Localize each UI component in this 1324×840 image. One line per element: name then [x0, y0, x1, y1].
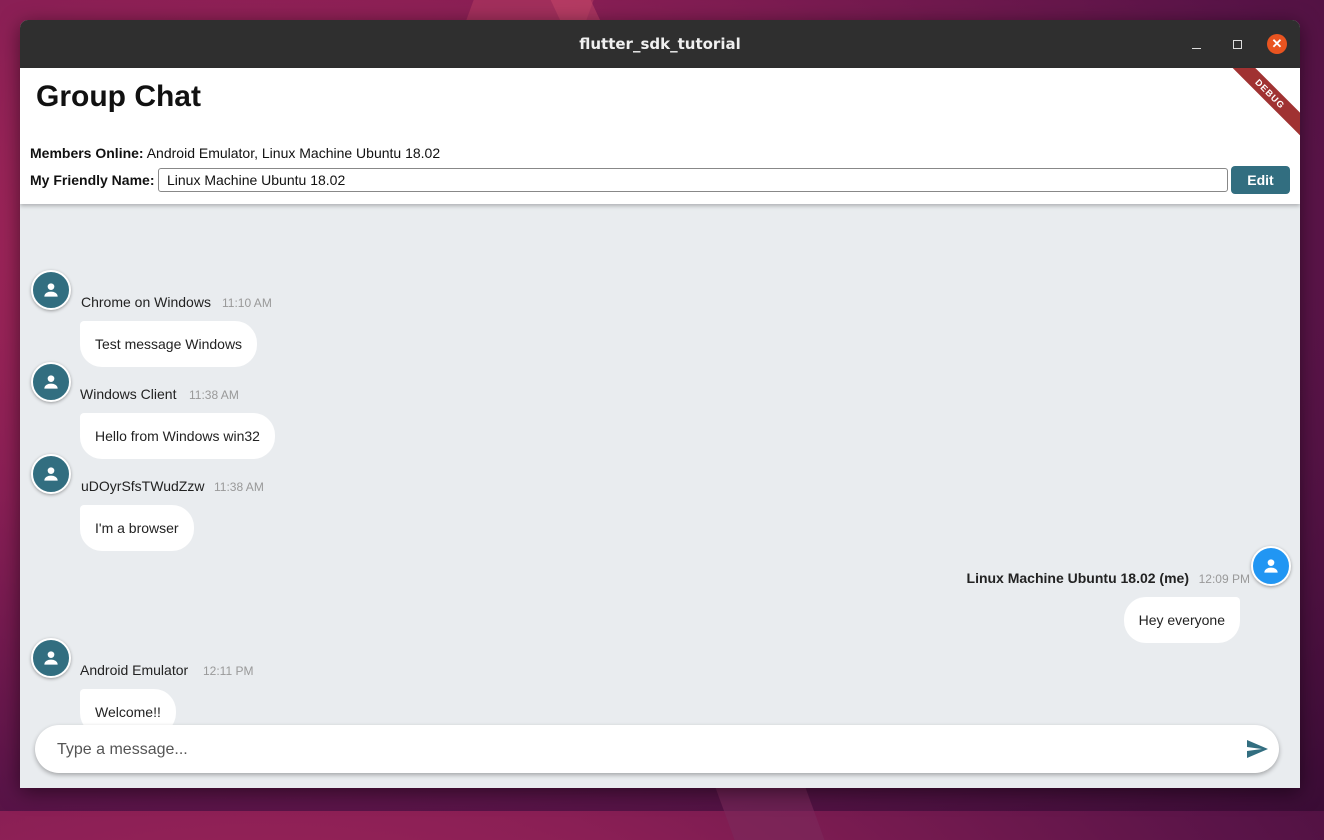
maximize-button[interactable]	[1227, 34, 1247, 54]
message-bubble: Hey everyone	[1123, 597, 1240, 643]
message-bubble: Test message Windows	[80, 321, 258, 367]
message-time: 12:11 PM	[203, 664, 254, 678]
message-time: 12:09 PM	[1198, 572, 1250, 586]
maximize-icon	[1232, 39, 1242, 49]
page-title: Group Chat	[36, 80, 201, 113]
message-time: 11:38 AM	[214, 480, 264, 494]
minimize-button[interactable]	[1186, 34, 1206, 54]
members-value: Android Emulator, Linux Machine Ubuntu 1…	[146, 145, 441, 161]
avatar	[31, 454, 71, 494]
message-bubble: I'm a browser	[80, 505, 194, 551]
title-bar: flutter_sdk_tutorial ✕	[20, 20, 1300, 68]
app-window: flutter_sdk_tutorial ✕ Group Chat Member…	[20, 20, 1300, 788]
window-title: flutter_sdk_tutorial	[579, 35, 741, 53]
message-time: 11:10 AM	[222, 296, 272, 310]
avatar	[31, 638, 71, 678]
members-online: Members Online: Android Emulator, Linux …	[30, 145, 440, 161]
person-icon	[1264, 559, 1278, 573]
message-time: 11:38 AM	[189, 388, 239, 402]
message-sender: Chrome on Windows	[81, 294, 211, 310]
minimize-icon	[1191, 47, 1201, 49]
edit-button[interactable]: Edit	[1231, 166, 1290, 194]
debug-banner: DEBUG	[1221, 68, 1300, 143]
person-icon	[44, 283, 58, 297]
friendly-name-label: My Friendly Name:	[30, 172, 155, 188]
members-label: Members Online:	[30, 145, 144, 161]
message-composer	[35, 725, 1279, 775]
close-icon: ✕	[1271, 36, 1283, 51]
avatar	[31, 270, 71, 310]
message-sender: Windows Client	[80, 386, 177, 402]
avatar	[31, 362, 71, 402]
send-icon[interactable]	[1245, 737, 1269, 761]
message-bubble: Hello from Windows win32	[80, 413, 275, 459]
person-icon	[44, 375, 58, 389]
friendly-name-input[interactable]	[158, 168, 1228, 192]
chat-header: Group Chat Members Online: Android Emula…	[20, 68, 1300, 204]
message-sender: Android Emulator	[80, 662, 189, 678]
message-list[interactable]: Chrome on Windows 11:10 AM Test message …	[20, 204, 1300, 735]
message-sender: Linux Machine Ubuntu 18.02 (me)	[966, 570, 1189, 586]
person-icon	[44, 467, 58, 481]
message-sender: uDOyrSfsTWudZzw	[81, 478, 205, 494]
close-button[interactable]: ✕	[1267, 34, 1287, 54]
message-input[interactable]	[55, 725, 1229, 775]
person-icon	[44, 651, 58, 665]
avatar-me	[1251, 546, 1291, 586]
